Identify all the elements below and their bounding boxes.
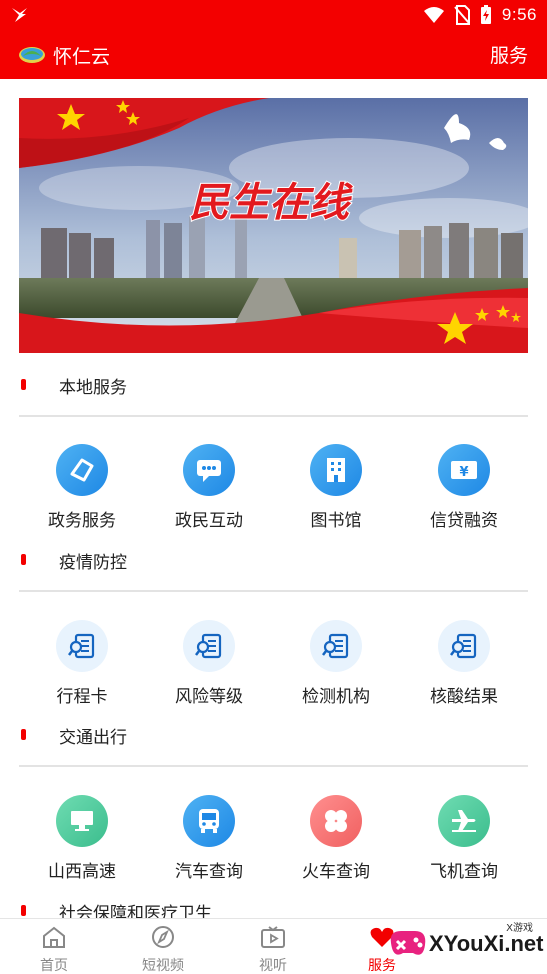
section-divider [19, 590, 528, 592]
wifi-icon [423, 7, 444, 23]
grid-item-label: 信贷融资 [430, 511, 498, 531]
section-transportation: 交通出行 [0, 720, 547, 770]
bus-icon [183, 795, 235, 847]
status-bar: 9:56 [0, 0, 547, 31]
document-search-icon [56, 620, 108, 672]
nav-tab-audio-visual[interactable]: 视听 [238, 925, 308, 974]
gamepad-logo-icon [390, 931, 426, 955]
government-service-icon [56, 444, 108, 496]
banner-image[interactable]: 民生在线 [19, 98, 528, 353]
svg-text:¥: ¥ [459, 465, 468, 480]
compass-icon [152, 926, 174, 948]
notification-bird-icon [12, 8, 27, 22]
battery-charging-icon [480, 5, 491, 24]
nav-label: 视听 [259, 958, 287, 974]
grid-item-label: 核酸结果 [430, 687, 498, 707]
section-divider [19, 415, 528, 417]
building-icon [310, 444, 362, 496]
app-header: 怀仁云 服务 [0, 31, 547, 79]
section-epidemic-prevention: 疫情防控 [0, 545, 547, 595]
section-divider [19, 765, 528, 767]
grid-item-label: 图书馆 [310, 511, 362, 531]
grid-item-label: 风险等级 [175, 687, 243, 707]
grid-item-label: 行程卡 [56, 687, 108, 707]
document-search-icon [438, 620, 490, 672]
section-local-services: 本地服务 [0, 370, 547, 420]
section-title: 本地服务 [59, 378, 127, 398]
grid-item-label: 汽车查询 [175, 862, 243, 882]
grid-item-label: 火车查询 [302, 862, 370, 882]
grid-item-government-service[interactable]: 政务服务 [27, 444, 137, 531]
nav-label: 首页 [40, 958, 68, 974]
clock: 9:56 [501, 5, 537, 24]
grid-item-train-query[interactable]: 火车查询 [281, 795, 391, 882]
document-search-icon [183, 620, 235, 672]
section-marker [21, 729, 26, 740]
grid-item-label: 检测机构 [302, 687, 370, 707]
section-title: 社会保障和医疗卫生 [59, 904, 212, 918]
grid-item-label: 飞机查询 [430, 862, 498, 882]
grid-item-flight-query[interactable]: 飞机查询 [409, 795, 519, 882]
header-service-link[interactable]: 服务 [490, 41, 528, 68]
section-marker [21, 905, 26, 916]
grid-item-credit-financing[interactable]: ¥ 信贷融资 [409, 444, 519, 531]
grid-item-travel-card[interactable]: 行程卡 [27, 620, 137, 707]
grid-item-shanxi-expressway[interactable]: 山西高速 [27, 795, 137, 882]
no-sim-icon [454, 5, 470, 25]
app-logo-icon [19, 47, 45, 63]
section-social-security-healthcare: 社会保障和医疗卫生 [0, 896, 547, 918]
section-title: 疫情防控 [59, 553, 127, 573]
grid-item-bus-query[interactable]: 汽车查询 [154, 795, 264, 882]
nav-tab-short-video[interactable]: 短视频 [128, 925, 198, 974]
grid-item-library[interactable]: 图书馆 [281, 444, 391, 531]
home-icon [43, 926, 65, 948]
tv-icon [261, 926, 285, 948]
grid-item-nucleic-acid-result[interactable]: 核酸结果 [409, 620, 519, 707]
grid-item-citizen-interaction[interactable]: 政民互动 [154, 444, 264, 531]
four-petal-icon [310, 795, 362, 847]
watermark: X游戏 XYouXi.net [377, 917, 547, 974]
section-marker [21, 554, 26, 565]
grid-item-risk-level[interactable]: 风险等级 [154, 620, 264, 707]
grid-item-label: 政民互动 [175, 511, 243, 531]
nav-tab-home[interactable]: 首页 [19, 925, 89, 974]
banner-slogan: 民生在线 [189, 179, 353, 226]
document-search-icon [310, 620, 362, 672]
grid-item-label: 山西高速 [48, 862, 116, 882]
section-title: 交通出行 [59, 728, 127, 748]
airplane-icon [438, 795, 490, 847]
money-card-icon: ¥ [438, 444, 490, 496]
monitor-icon [56, 795, 108, 847]
grid-item-label: 政务服务 [48, 511, 116, 531]
nav-label: 短视频 [142, 958, 184, 974]
chat-bubble-icon [183, 444, 235, 496]
app-title: 怀仁云 [53, 46, 111, 68]
section-marker [21, 379, 26, 390]
grid-item-testing-institution[interactable]: 检测机构 [281, 620, 391, 707]
watermark-text: XYouXi.net [429, 931, 544, 956]
